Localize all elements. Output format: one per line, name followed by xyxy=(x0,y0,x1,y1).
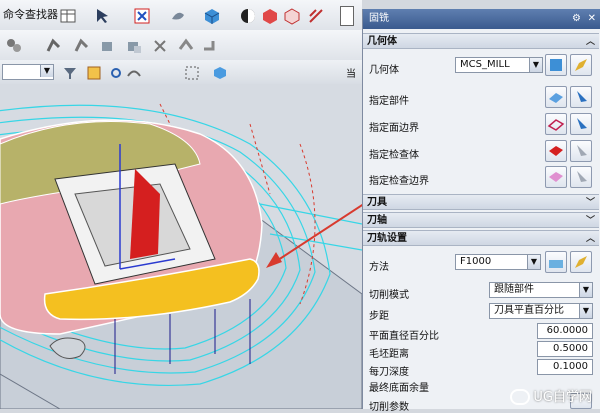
specify-check-boundary-show-button[interactable] xyxy=(570,166,592,188)
watermark: UG自学网 xyxy=(510,386,592,405)
method-select[interactable]: F1000 ▼ xyxy=(455,254,541,270)
axis-section-header[interactable]: 刀轴 ﹀ xyxy=(363,212,599,228)
geometry-new-button[interactable] xyxy=(545,54,567,76)
stepover-select[interactable]: 刀具平直百分比 ▼ xyxy=(489,303,593,319)
specify-check-boundary-label: 指定检查边界 xyxy=(369,176,429,187)
specify-face-boundary-button[interactable] xyxy=(545,113,567,135)
blank-distance-label: 毛坯距离 xyxy=(369,349,409,360)
wechat-icon xyxy=(510,389,531,405)
geometry-label: 几何体 xyxy=(369,65,399,76)
cut-mode-select[interactable]: 跟随部件 ▼ xyxy=(489,282,593,298)
cut-mode-label: 切削模式 xyxy=(369,290,409,301)
path-settings-section-header[interactable]: 刀轨设置 ︿ xyxy=(363,230,599,246)
dialog-title-bar: 固铣 ⚙ ✕ xyxy=(363,9,600,29)
specify-part-label: 指定部件 xyxy=(369,96,409,107)
tool-section-header[interactable]: 刀具 ﹀ xyxy=(363,194,599,210)
specify-check-body-button[interactable] xyxy=(545,140,567,162)
gear-icon[interactable]: ⚙ xyxy=(572,9,581,29)
fixed-contour-dialog: 固铣 ⚙ ✕ 几何体 ︿ 几何体 MCS_MILL ▼ 指定部件 指定面边界 指定检… xyxy=(362,9,600,413)
dialog-title: 固铣 xyxy=(369,13,389,24)
cut-levels-label: 切削参数 xyxy=(369,402,409,413)
specify-part-button[interactable] xyxy=(545,86,567,108)
depth-per-cut-input[interactable]: 0.1000 xyxy=(537,359,593,375)
method-edit-button[interactable] xyxy=(570,251,592,273)
specify-check-body-label: 指定检查体 xyxy=(369,150,419,161)
specify-face-boundary-show-button[interactable] xyxy=(570,113,592,135)
close-icon[interactable]: ✕ xyxy=(588,9,596,29)
specify-check-body-show-button[interactable] xyxy=(570,140,592,162)
depth-per-cut-label: 每刀深度 xyxy=(369,367,409,378)
floor-stock-label: 最终底面余量 xyxy=(369,383,429,394)
geometry-select[interactable]: MCS_MILL ▼ xyxy=(455,57,543,73)
tool-percent-input[interactable]: 60.0000 xyxy=(537,323,593,339)
geometry-section-header[interactable]: 几何体 ︿ xyxy=(363,33,599,49)
specify-face-boundary-label: 指定面边界 xyxy=(369,123,419,134)
tool-percent-label: 平面直径百分比 xyxy=(369,331,439,342)
specify-check-boundary-button[interactable] xyxy=(545,166,567,188)
blank-distance-input[interactable]: 0.5000 xyxy=(537,341,593,357)
method-label: 方法 xyxy=(369,262,389,273)
stepover-label: 步距 xyxy=(369,311,389,322)
method-new-button[interactable] xyxy=(545,251,567,273)
geometry-edit-button[interactable] xyxy=(570,54,592,76)
specify-part-show-button[interactable] xyxy=(570,86,592,108)
